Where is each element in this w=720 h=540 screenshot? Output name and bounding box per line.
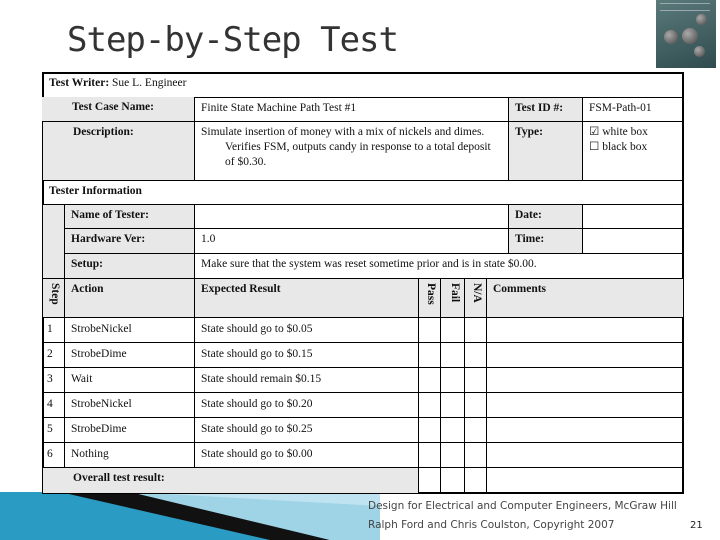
overall-pass-cell[interactable] xyxy=(418,467,441,494)
book-cover-image xyxy=(656,0,716,68)
step-expected-cell: State should go to $0.00 xyxy=(194,442,419,468)
step-comments-cell[interactable] xyxy=(486,342,684,368)
type-options: ☑ white box ☐ black box xyxy=(582,121,684,181)
description-label: Description: xyxy=(42,121,195,181)
test-writer-row: Test Writer: Sue L. Engineer xyxy=(42,72,684,98)
tester-indent xyxy=(42,204,65,279)
type-option-white-box[interactable]: ☑ white box xyxy=(589,125,677,140)
step-na-cell[interactable] xyxy=(464,317,487,343)
step-step-cell: 3 xyxy=(42,367,65,393)
step-expected-cell: State should go to $0.15 xyxy=(194,342,419,368)
test-id-label: Test ID #: xyxy=(508,97,583,122)
header-step: Step xyxy=(42,278,65,318)
step-action-cell: StrobeDime xyxy=(64,417,195,443)
header-na: N/A xyxy=(464,278,487,318)
time-field[interactable] xyxy=(582,228,684,254)
step-action-cell: StrobeNickel xyxy=(64,317,195,343)
step-action-cell: Wait xyxy=(64,367,195,393)
test-writer-value: Sue L. Engineer xyxy=(112,77,187,89)
step-action-cell: Nothing xyxy=(64,442,195,468)
step-pass-cell[interactable] xyxy=(418,367,441,393)
step-fail-cell[interactable] xyxy=(440,367,465,393)
step-na-cell[interactable] xyxy=(464,367,487,393)
step-action-cell: StrobeNickel xyxy=(64,392,195,418)
step-step-cell: 2 xyxy=(42,342,65,368)
step-na-cell[interactable] xyxy=(464,342,487,368)
test-id-value[interactable]: FSM-Path-01 xyxy=(582,97,684,122)
step-comments-cell[interactable] xyxy=(486,442,684,468)
step-step-cell: 1 xyxy=(42,317,65,343)
step-expected-cell: State should go to $0.25 xyxy=(194,417,419,443)
step-fail-cell[interactable] xyxy=(440,417,465,443)
test-case-name-value[interactable]: Finite State Machine Path Test #1 xyxy=(194,97,509,122)
step-fail-cell[interactable] xyxy=(440,442,465,468)
step-comments-cell[interactable] xyxy=(486,392,684,418)
setup-label: Setup: xyxy=(64,253,195,279)
overall-na-cell[interactable] xyxy=(464,467,487,494)
description-value[interactable]: Simulate insertion of money with a mix o… xyxy=(194,121,509,181)
step-step-cell: 5 xyxy=(42,417,65,443)
step-fail-cell[interactable] xyxy=(440,392,465,418)
date-field[interactable] xyxy=(582,204,684,229)
type-label: Type: xyxy=(508,121,583,181)
step-expected-cell: State should go to $0.20 xyxy=(194,392,419,418)
step-na-cell[interactable] xyxy=(464,442,487,468)
step-pass-cell[interactable] xyxy=(418,317,441,343)
overall-test-result-label: Overall test result: xyxy=(42,467,419,494)
step-na-cell[interactable] xyxy=(464,392,487,418)
hardware-ver-field[interactable]: 1.0 xyxy=(194,228,509,254)
hardware-ver-label: Hardware Ver: xyxy=(64,228,195,254)
step-pass-cell[interactable] xyxy=(418,392,441,418)
header-fail: Fail xyxy=(440,278,465,318)
footer-line-1: Design for Electrical and Computer Engin… xyxy=(368,500,677,512)
step-comments-cell[interactable] xyxy=(486,417,684,443)
date-label: Date: xyxy=(508,204,583,229)
step-pass-cell[interactable] xyxy=(418,442,441,468)
step-fail-cell[interactable] xyxy=(440,317,465,343)
time-label: Time: xyxy=(508,228,583,254)
setup-field[interactable]: Make sure that the system was reset some… xyxy=(194,253,684,279)
footer-line-2: Ralph Ford and Chris Coulston, Copyright… xyxy=(368,519,615,531)
step-action-cell: StrobeDime xyxy=(64,342,195,368)
tester-information-heading: Tester Information xyxy=(42,180,684,205)
overall-comments-cell[interactable] xyxy=(486,467,684,494)
step-expected-cell: State should remain $0.15 xyxy=(194,367,419,393)
test-case-name-label: Test Case Name: xyxy=(42,97,195,122)
step-comments-cell[interactable] xyxy=(486,367,684,393)
header-pass: Pass xyxy=(418,278,441,318)
step-pass-cell[interactable] xyxy=(418,417,441,443)
step-step-cell: 6 xyxy=(42,442,65,468)
overall-fail-cell[interactable] xyxy=(440,467,465,494)
checkbox-empty-icon[interactable]: ☐ xyxy=(589,141,599,153)
header-comments: Comments xyxy=(486,278,684,318)
name-of-tester-label: Name of Tester: xyxy=(64,204,195,229)
page-number: 21 xyxy=(690,520,703,531)
page-title: Step-by-Step Test xyxy=(67,20,399,60)
header-expected-result: Expected Result xyxy=(194,278,419,318)
step-step-cell: 4 xyxy=(42,392,65,418)
checkbox-checked-icon[interactable]: ☑ xyxy=(589,126,599,138)
step-na-cell[interactable] xyxy=(464,417,487,443)
type-option-black-box[interactable]: ☐ black box xyxy=(589,140,677,155)
test-writer-label: Test Writer: xyxy=(49,77,110,89)
step-expected-cell: State should go to $0.05 xyxy=(194,317,419,343)
name-of-tester-field[interactable] xyxy=(194,204,509,229)
step-fail-cell[interactable] xyxy=(440,342,465,368)
header-action: Action xyxy=(64,278,195,318)
step-pass-cell[interactable] xyxy=(418,342,441,368)
step-comments-cell[interactable] xyxy=(486,317,684,343)
